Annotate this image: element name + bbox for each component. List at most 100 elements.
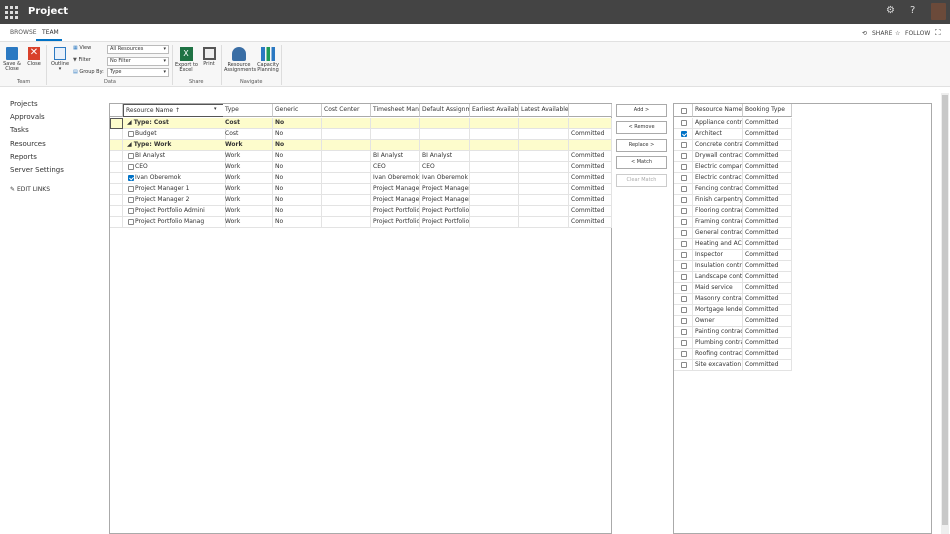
table-cell[interactable]	[519, 173, 569, 184]
group-header-cell[interactable]: ◢ Type: Work	[123, 140, 226, 151]
table-cell[interactable]: Fencing contract	[693, 184, 743, 195]
row-checkbox[interactable]	[681, 230, 687, 236]
view-button[interactable]: ▦ View	[73, 45, 91, 51]
table-cell[interactable]: Committed	[743, 151, 792, 162]
row-checkbox[interactable]	[681, 329, 687, 335]
row-checkbox[interactable]	[681, 351, 687, 357]
table-cell[interactable]: Appliance contra	[693, 118, 743, 129]
table-cell[interactable]: CEO	[420, 162, 470, 173]
row-checkbox[interactable]	[681, 296, 687, 302]
app-launcher-icon[interactable]	[5, 6, 18, 19]
table-cell[interactable]: Work	[223, 184, 273, 195]
table-cell[interactable]: Project Manager	[420, 195, 470, 206]
row-checkbox[interactable]	[681, 186, 687, 192]
table-cell[interactable]: Committed	[743, 162, 792, 173]
table-cell[interactable]: Project Portfolio Admini	[123, 206, 226, 217]
filter-button[interactable]: ▼ Filter	[73, 57, 91, 63]
table-cell[interactable]	[519, 217, 569, 228]
table-cell[interactable]: Committed	[743, 118, 792, 129]
table-cell[interactable]: Heating and AC	[693, 239, 743, 250]
table-cell[interactable]: Electric contract	[693, 173, 743, 184]
table-cell[interactable]	[371, 129, 420, 140]
avatar[interactable]	[931, 3, 946, 20]
table-cell[interactable]: Architect	[693, 129, 743, 140]
table-cell[interactable]: CEO	[371, 162, 420, 173]
table-cell[interactable]: Committed	[743, 129, 792, 140]
table-cell[interactable]: Insulation contra	[693, 261, 743, 272]
group-header-cell[interactable]	[470, 140, 519, 151]
table-cell[interactable]: Committed	[743, 261, 792, 272]
table-cell[interactable]: Landscape contr	[693, 272, 743, 283]
table-cell[interactable]: Committed	[743, 195, 792, 206]
table-cell[interactable]: Masonry contrac	[693, 294, 743, 305]
table-cell[interactable]: Committed	[743, 294, 792, 305]
row-checkbox[interactable]	[681, 219, 687, 225]
table-cell[interactable]: Drywall contract	[693, 151, 743, 162]
group-header-cell[interactable]	[420, 140, 470, 151]
column-menu-icon[interactable]: ▾	[214, 106, 217, 112]
row-checkbox[interactable]	[681, 285, 687, 291]
table-cell[interactable]: Owner	[693, 316, 743, 327]
row-checkbox[interactable]	[681, 362, 687, 368]
table-cell[interactable]: Work	[223, 217, 273, 228]
table-cell[interactable]: No	[273, 151, 322, 162]
table-cell[interactable]: Site excavation c	[693, 360, 743, 371]
table-cell[interactable]	[322, 129, 371, 140]
table-cell[interactable]: Work	[223, 151, 273, 162]
table-cell[interactable]	[322, 162, 371, 173]
column-header[interactable]: Cost Center	[322, 104, 371, 117]
table-cell[interactable]	[470, 184, 519, 195]
match-button[interactable]: < Match	[616, 156, 667, 169]
save-close-button[interactable]: Save & Close	[3, 47, 21, 72]
select-all-checkbox[interactable]	[681, 108, 687, 114]
table-cell[interactable]: BI Analyst	[420, 151, 470, 162]
close-button[interactable]: ✕ Close	[26, 47, 42, 67]
table-cell[interactable]: Electric company	[693, 162, 743, 173]
group-header-cell[interactable]	[371, 118, 420, 129]
replace-button[interactable]: Replace >	[616, 139, 667, 152]
outline-button[interactable]: Outline ▾	[50, 47, 70, 72]
tab-browse[interactable]: BROWSE	[10, 29, 37, 36]
follow-link[interactable]: FOLLOW	[905, 30, 930, 37]
row-checkbox[interactable]	[681, 252, 687, 258]
column-header[interactable]: Resource Name ↑	[123, 104, 226, 117]
table-cell[interactable]: Concrete contrac	[693, 140, 743, 151]
app-title[interactable]: Project	[28, 6, 68, 17]
nav-server-settings[interactable]: Server Settings	[10, 166, 64, 174]
table-cell[interactable]	[470, 173, 519, 184]
print-button[interactable]: Print	[200, 47, 218, 67]
table-cell[interactable]	[519, 151, 569, 162]
capacity-planning-button[interactable]: Capacity Planning	[257, 47, 279, 73]
column-header[interactable]: Resource Name	[693, 104, 743, 117]
row-checkbox[interactable]	[681, 164, 687, 170]
table-cell[interactable]: No	[273, 162, 322, 173]
group-header-cell[interactable]	[322, 118, 371, 129]
table-cell[interactable]: Committed	[743, 305, 792, 316]
table-cell[interactable]: BI Analyst	[371, 151, 420, 162]
share-icon[interactable]: ⟲	[862, 30, 867, 37]
table-cell[interactable]: Plumbing contra	[693, 338, 743, 349]
row-checkbox[interactable]	[681, 142, 687, 148]
group-by-button[interactable]: ▤ Group By:	[73, 69, 104, 75]
remove-button[interactable]: < Remove	[616, 121, 667, 134]
table-cell[interactable]: Committed	[743, 206, 792, 217]
table-cell[interactable]: Project Portfolio	[371, 206, 420, 217]
table-cell[interactable]: Roofing contract	[693, 349, 743, 360]
tab-team[interactable]: TEAM	[42, 29, 59, 36]
table-cell[interactable]: Work	[223, 173, 273, 184]
export-excel-button[interactable]: X Export to Excel	[175, 47, 198, 73]
table-cell[interactable]: Cost	[223, 129, 273, 140]
nav-reports[interactable]: Reports	[10, 153, 37, 161]
group-header-cell[interactable]	[470, 118, 519, 129]
table-cell[interactable]	[519, 162, 569, 173]
resources-dropdown[interactable]: All Resources ▾	[107, 45, 169, 54]
table-cell[interactable]: Project Portfolio	[371, 217, 420, 228]
table-cell[interactable]: Ivan Oberemok	[420, 173, 470, 184]
focus-mode-icon[interactable]: ⛶	[935, 28, 941, 38]
group-by-dropdown[interactable]: Type ▾	[107, 68, 169, 77]
table-cell[interactable]	[519, 184, 569, 195]
nav-projects[interactable]: Projects	[10, 100, 38, 108]
help-icon[interactable]: ?	[910, 5, 915, 16]
table-cell[interactable]	[322, 206, 371, 217]
table-cell[interactable]: Project Portfolio	[420, 217, 470, 228]
